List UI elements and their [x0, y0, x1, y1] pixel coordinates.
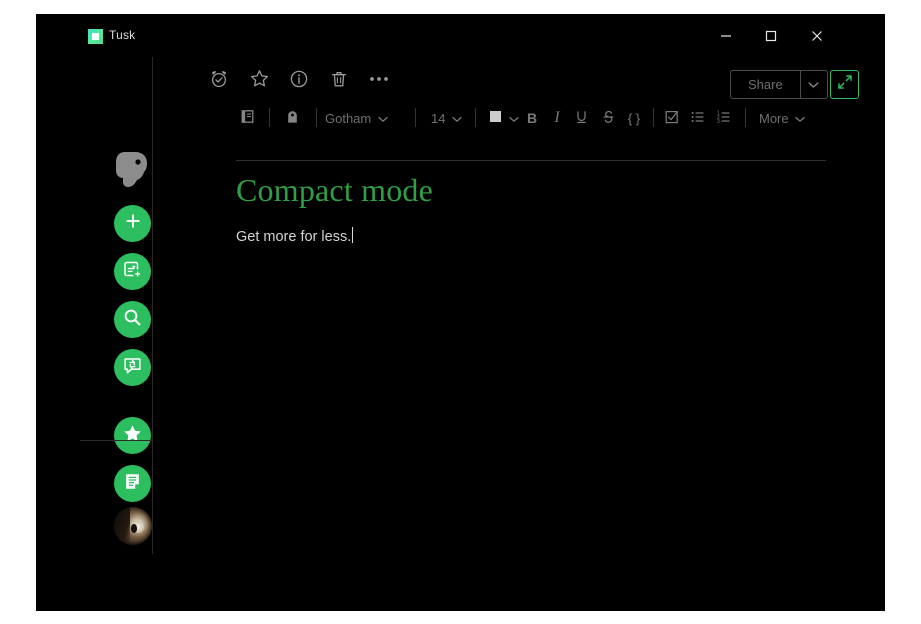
tusk-app-icon: [88, 29, 103, 44]
sidebar-item-search[interactable]: [114, 301, 151, 338]
bold-button[interactable]: B: [521, 105, 543, 131]
plus-icon: [123, 211, 143, 236]
new-note-icon: [122, 259, 143, 285]
delete-button[interactable]: [326, 68, 352, 94]
format-toolbar: Gotham 14 B I {} 1 2 3 More: [153, 97, 885, 139]
note-body[interactable]: Get more for less.: [236, 225, 354, 245]
expand-button[interactable]: [830, 70, 859, 99]
star-icon: [122, 423, 143, 449]
toolbar-separator: [269, 108, 270, 127]
maximize-icon: [765, 30, 777, 42]
note-toolbar: Share: [153, 57, 885, 99]
sidebar-item-new-note[interactable]: [114, 253, 151, 290]
info-button[interactable]: [286, 68, 312, 94]
note-title[interactable]: Compact mode: [236, 172, 433, 209]
tag-button[interactable]: [281, 105, 303, 131]
text-color-select[interactable]: [485, 105, 523, 131]
sidebar-item-notes[interactable]: [114, 465, 151, 502]
bullet-list-icon: [690, 109, 706, 128]
favorite-button[interactable]: [246, 68, 272, 94]
tag-icon: [285, 109, 300, 128]
strikethrough-icon: [601, 109, 616, 128]
bullet-list-button[interactable]: [686, 105, 710, 131]
font-family-select[interactable]: Gotham: [319, 105, 394, 131]
code-button[interactable]: { }: [621, 105, 647, 131]
star-outline-icon: [249, 68, 270, 94]
note-body-text: Get more for less.: [236, 229, 352, 245]
sidebar-divider-horizontal: [80, 440, 152, 441]
minimize-button[interactable]: [703, 14, 749, 57]
more-format-options[interactable]: More: [755, 105, 809, 131]
checkbox-list-icon: [664, 109, 680, 128]
chevron-down-icon: [378, 111, 388, 126]
svg-text:3: 3: [717, 119, 720, 125]
strikethrough-button[interactable]: [597, 105, 619, 131]
italic-button[interactable]: I: [546, 105, 568, 131]
sidebar-item-new[interactable]: [114, 205, 151, 242]
notes-document-icon: [122, 471, 143, 497]
sidebar-item-sync[interactable]: [114, 349, 151, 386]
checkbox-list-button[interactable]: [660, 105, 684, 131]
share-label: Share: [748, 77, 783, 92]
numbered-list-icon: 1 2 3: [716, 109, 732, 128]
sidebar: [36, 57, 153, 611]
trash-icon: [329, 69, 349, 94]
close-icon: [811, 30, 823, 42]
font-size-select[interactable]: 14: [425, 105, 468, 131]
chevron-down-icon: [509, 111, 519, 126]
avatar-detail: [130, 524, 137, 533]
chevron-down-icon: [795, 111, 805, 126]
underline-button[interactable]: [570, 105, 592, 131]
editor-divider: [236, 160, 826, 161]
ellipsis-icon: [368, 69, 390, 94]
toolbar-separator: [475, 108, 476, 127]
expand-arrows-icon: [837, 74, 853, 95]
sidebar-item-shortcuts[interactable]: [114, 417, 151, 454]
text-caret: [352, 227, 354, 243]
more-options-button[interactable]: [366, 68, 392, 94]
close-button[interactable]: [794, 14, 840, 57]
app-icon-inner: [92, 33, 99, 40]
share-control-group: Share: [730, 70, 828, 99]
underline-icon: [574, 109, 589, 128]
toolbar-separator: [745, 108, 746, 127]
chevron-down-icon: [808, 76, 819, 94]
numbered-list-button[interactable]: 1 2 3: [712, 105, 736, 131]
notebook-button[interactable]: [236, 105, 258, 131]
maximize-button[interactable]: [748, 14, 794, 57]
sync-share-icon: [122, 355, 143, 381]
minimize-icon: [720, 30, 732, 42]
font-family-value: Gotham: [325, 110, 372, 126]
chevron-down-icon: [452, 111, 463, 126]
title-bar: Tusk: [36, 14, 885, 57]
evernote-elephant-logo: [113, 149, 151, 189]
user-avatar[interactable]: [114, 507, 152, 545]
toolbar-separator: [415, 108, 416, 127]
search-icon: [122, 307, 143, 333]
share-dropdown-button[interactable]: [799, 71, 827, 98]
avatar-shadow: [114, 507, 130, 545]
notebook-icon: [240, 109, 255, 127]
info-circle-icon: [289, 69, 309, 94]
toolbar-separator: [653, 108, 654, 127]
app-window: Tusk Share Gotham 14 B I {} 1 2 3 More …: [36, 14, 885, 611]
alarm-clock-icon: [209, 69, 229, 94]
font-size-value: 14: [431, 110, 446, 126]
color-swatch: [489, 110, 502, 126]
share-button[interactable]: Share: [731, 71, 800, 98]
reminder-button[interactable]: [206, 68, 232, 94]
app-title: Tusk: [109, 28, 136, 42]
more-format-label: More: [759, 110, 789, 126]
toolbar-separator: [316, 108, 317, 127]
